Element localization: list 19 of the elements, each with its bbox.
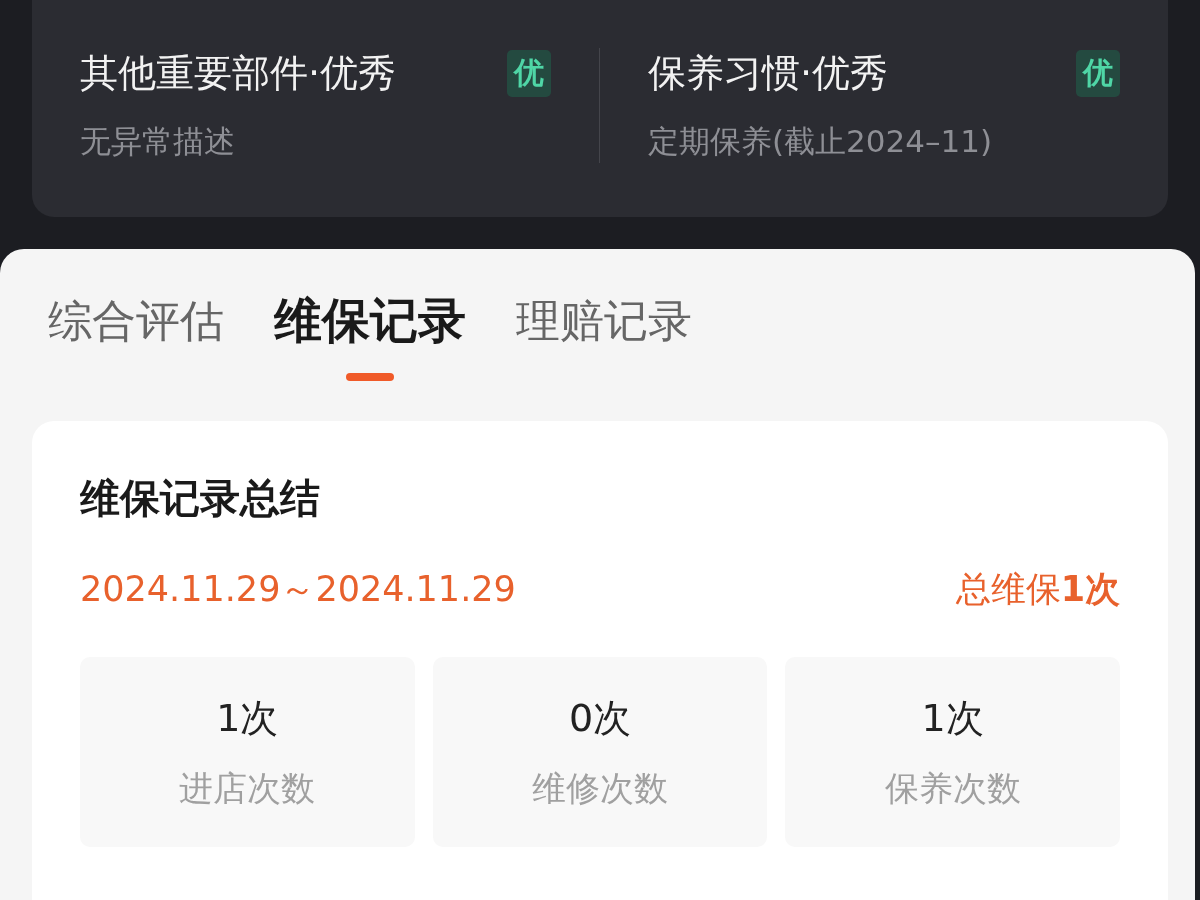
tab[interactable]: 理赔记录 bbox=[516, 291, 692, 379]
tab-indicator bbox=[346, 373, 394, 381]
stat-label: 维修次数 bbox=[532, 766, 668, 810]
stat-value: 1次 bbox=[921, 694, 984, 742]
tab[interactable]: 综合评估 bbox=[48, 291, 224, 379]
item-description: 无异常描述 bbox=[80, 122, 236, 161]
card-title: 维保记录总结 bbox=[80, 474, 321, 523]
grade-badge: 优 bbox=[1076, 50, 1120, 97]
item-description: 定期保养(截止2024–11) bbox=[648, 122, 994, 161]
tab[interactable]: 维保记录 bbox=[274, 289, 466, 381]
stat-value: 0次 bbox=[568, 694, 632, 742]
date-range: 2024.11.29～2024.11.29 bbox=[80, 568, 516, 611]
stat-label: 进店次数 bbox=[179, 766, 316, 810]
total-count: 总维保1次 bbox=[955, 568, 1120, 611]
stat-label: 保养次数 bbox=[884, 766, 1021, 810]
grade-badge: 优 bbox=[507, 50, 551, 97]
item-title: 其他重要部件·优秀 bbox=[80, 50, 397, 97]
stat-value: 1次 bbox=[216, 694, 279, 742]
item-title: 保养习惯·优秀 bbox=[648, 50, 889, 97]
